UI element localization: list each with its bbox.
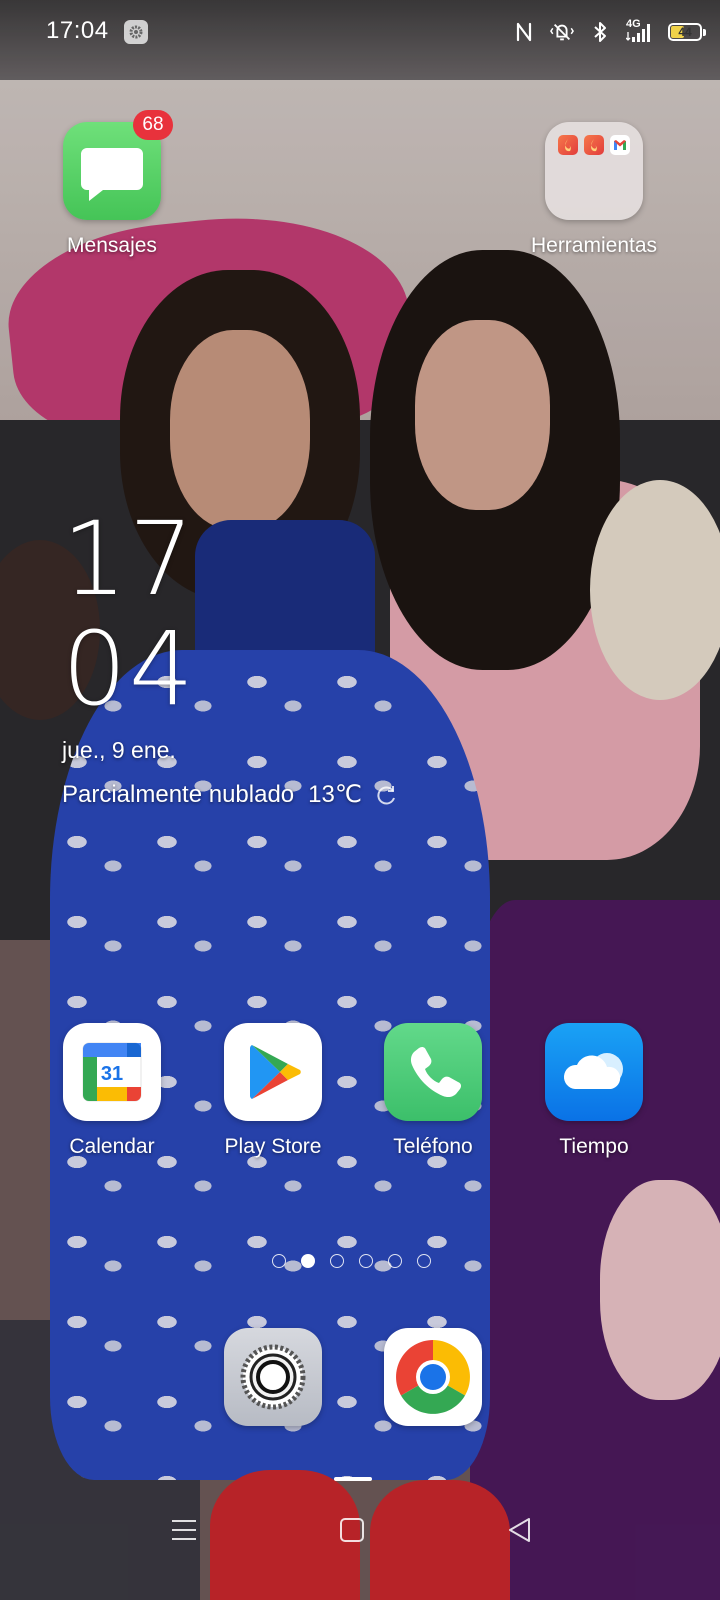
menu-icon[interactable]: [164, 1510, 204, 1550]
page-dot[interactable]: [301, 1254, 315, 1268]
message-bubble-icon: 68: [63, 110, 173, 220]
page-dot[interactable]: [272, 1254, 286, 1268]
folder-icon: [545, 122, 643, 220]
status-time: 17:04: [46, 17, 109, 44]
settings-notification-icon: [124, 20, 148, 44]
clock-hour: 17: [62, 500, 196, 619]
app-label: Play Store: [224, 1135, 322, 1158]
google-calendar-icon: 31: [63, 1023, 161, 1121]
calendar-day: 31: [101, 1063, 123, 1085]
flash-app-icon: [584, 135, 604, 155]
weather-row: Parcialmente nublado 13℃: [62, 780, 398, 809]
app-label: Mensajes: [67, 234, 157, 257]
weather-cloud-icon: [545, 1023, 643, 1121]
app-label: Calendar: [69, 1135, 155, 1158]
app-label: Teléfono: [393, 1135, 473, 1158]
page-dot[interactable]: [330, 1254, 344, 1268]
flash-app-icon: [558, 135, 578, 155]
home-icon[interactable]: [332, 1510, 372, 1550]
gmail-icon: [610, 135, 630, 155]
play-store-icon: [224, 1023, 322, 1121]
status-bar: 17:04 4G 44: [0, 0, 720, 64]
refresh-icon[interactable]: [376, 784, 398, 806]
app-tiempo[interactable]: Tiempo: [514, 1023, 674, 1159]
weather-condition: Parcialmente nublado: [62, 780, 295, 808]
clock-minute: 04: [62, 610, 196, 729]
nfc-icon: [512, 20, 536, 44]
bluetooth-icon: [588, 20, 612, 44]
dock-settings[interactable]: [193, 1328, 353, 1426]
app-play-store[interactable]: Play Store: [193, 1023, 353, 1159]
app-calendar[interactable]: 31 Calendar: [32, 1023, 192, 1159]
weather-temperature: 13℃: [308, 781, 362, 808]
app-label: Herramientas: [530, 234, 658, 257]
page-dot[interactable]: [388, 1254, 402, 1268]
home-indicator[interactable]: [334, 1477, 372, 1481]
vibrate-silent-icon: [550, 20, 574, 44]
unread-badge: 68: [133, 110, 173, 140]
phone-icon: [384, 1023, 482, 1121]
battery-icon: 44: [668, 23, 706, 41]
app-telefono[interactable]: Teléfono: [353, 1023, 513, 1159]
app-label: Tiempo: [559, 1135, 629, 1158]
network-type: 4G: [626, 18, 641, 30]
app-mensajes[interactable]: 68 Mensajes: [32, 110, 192, 258]
battery-percent: 44: [678, 25, 692, 39]
page-indicator: [272, 1254, 431, 1268]
chrome-icon: [384, 1328, 482, 1426]
back-icon[interactable]: [500, 1510, 540, 1550]
clock-weather-widget[interactable]: 17 04 jue., 9 ene. Parcialmente nublado …: [62, 505, 398, 809]
dock-chrome[interactable]: [353, 1328, 513, 1426]
date-label: jue., 9 ene.: [62, 737, 176, 763]
folder-herramientas[interactable]: Herramientas: [514, 122, 674, 258]
settings-gear-icon: [224, 1328, 322, 1426]
signal-icon: 4G: [626, 18, 654, 44]
page-dot[interactable]: [359, 1254, 373, 1268]
navigation-bar: [0, 1500, 720, 1560]
page-dot[interactable]: [417, 1254, 431, 1268]
